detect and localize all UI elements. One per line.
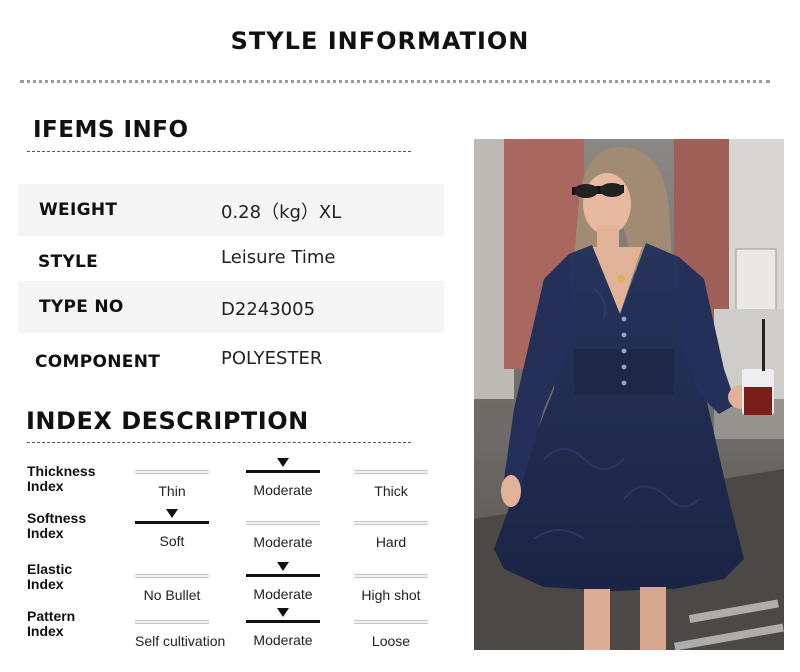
index-option: Moderate [246,521,320,550]
selected-marker-icon [277,458,289,467]
option-label: Moderate [253,586,313,602]
index-label-line: Pattern [27,608,76,624]
index-label-line: Index [27,478,64,494]
info-value: Leisure Time [221,247,336,268]
scale-bar [135,470,209,474]
info-row-weight: WEIGHT 0.28（kg）XL [18,184,444,236]
model-wearing-dress-image [474,139,784,650]
index-label-elastic: Elastic Index [27,562,72,592]
info-label: STYLE [38,252,99,272]
info-label: COMPONENT [35,352,161,372]
scale-bar [354,620,428,624]
product-photo [474,139,784,650]
option-label: High shot [361,587,421,603]
index-option: Thick [354,470,428,499]
option-label: Thin [158,483,186,499]
option-label: Loose [371,633,411,649]
scale-bar [246,470,320,473]
index-label-line: Softness [27,510,87,526]
info-value: D2243005 [221,299,316,320]
info-label: WEIGHT [39,200,118,220]
index-label-pattern: Pattern Index [27,609,75,639]
index-description-divider [27,442,411,443]
scale-bar [354,574,428,578]
index-option: Loose [354,620,428,649]
option-label: Moderate [253,534,313,550]
option-label: No Bullet [143,587,201,603]
index-option: Moderate [246,458,320,498]
index-option: No Bullet [135,574,209,603]
page-title: STYLE INFORMATION [230,27,530,55]
option-label: Moderate [253,482,313,498]
option-label: Self cultivation [135,633,226,649]
index-label-line: Thickness [27,463,96,479]
index-option: Moderate [246,562,320,602]
index-option: Self cultivation [135,620,226,649]
index-option: High shot [354,574,428,603]
title-divider [20,80,770,83]
index-label-softness: Softness Index [27,511,86,541]
info-label: TYPE NO [39,297,124,317]
index-label-line: Elastic [27,561,73,577]
scale-bar [246,574,320,577]
index-option: Hard [354,521,428,550]
scale-bar [135,574,209,578]
scale-bar [246,521,320,525]
scale-bar [246,620,320,623]
option-label: Thick [374,483,408,499]
index-label-line: Index [27,623,64,639]
index-option: Moderate [246,608,320,648]
selected-marker-icon [277,608,289,617]
scale-bar [354,470,428,474]
option-label: Moderate [253,632,313,648]
option-label: Soft [159,533,185,549]
items-info-heading: IFEMS INFO [33,117,189,143]
info-row-component: COMPONENT POLYESTER [18,333,444,385]
info-row-type-no: TYPE NO D2243005 [18,281,444,333]
info-value: 0.28（kg）XL [221,202,342,223]
selected-marker-icon [277,562,289,571]
index-option: Soft [135,509,209,549]
index-label-thickness: Thickness Index [27,464,95,494]
index-option: Thin [135,470,209,499]
items-info-divider [27,151,411,152]
index-label-line: Index [27,576,64,592]
option-label: Hard [375,534,407,550]
index-label-line: Index [27,525,64,541]
selected-marker-icon [166,509,178,518]
scale-bar [354,521,428,525]
scale-bar [135,521,209,524]
scale-bar [135,620,209,624]
index-description-heading: INDEX DESCRIPTION [26,407,309,435]
info-value: POLYESTER [221,348,323,369]
